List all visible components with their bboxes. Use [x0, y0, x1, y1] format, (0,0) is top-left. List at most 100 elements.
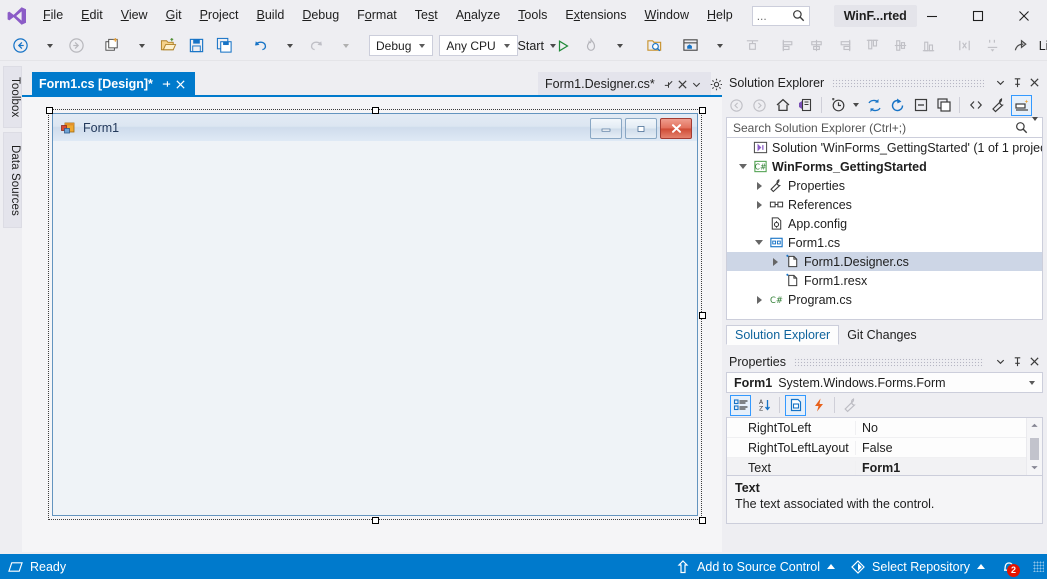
window-layout-button[interactable] [678, 35, 704, 57]
redo-button[interactable] [303, 35, 329, 57]
start-debug-button[interactable]: Start [522, 35, 548, 57]
form-client-area[interactable] [53, 141, 697, 515]
solution-explorer-dropdown-button[interactable] [992, 74, 1009, 91]
undo-dropdown[interactable] [275, 35, 301, 57]
resize-handle-top-left[interactable] [46, 107, 53, 114]
se-refresh-button[interactable] [887, 95, 908, 116]
close-icon[interactable] [174, 79, 188, 90]
redo-dropdown[interactable] [331, 35, 357, 57]
dock-tab-git-changes[interactable]: Git Changes [839, 325, 924, 345]
tab-form1-design[interactable]: Form1.cs [Design]* [32, 72, 195, 96]
make-same-size-button[interactable] [952, 35, 978, 57]
expander-open[interactable] [735, 164, 751, 169]
menu-debug[interactable]: Debug [293, 0, 348, 31]
align-middles-button[interactable] [888, 35, 914, 57]
solution-explorer-pin-button[interactable] [1009, 74, 1026, 91]
se-preview-button[interactable] [1011, 95, 1032, 116]
properties-close-button[interactable] [1026, 353, 1043, 370]
align-centers-button[interactable] [804, 35, 830, 57]
se-sync-button[interactable] [864, 95, 885, 116]
notifications-button[interactable]: 2 [993, 554, 1033, 579]
tree-item-app-config[interactable]: App.config [727, 214, 1042, 233]
form-maximize-button[interactable] [625, 118, 657, 139]
se-forward-button[interactable] [749, 95, 770, 116]
tree-item-properties[interactable]: Properties [727, 176, 1042, 195]
pin-icon[interactable] [160, 79, 174, 90]
solution-explorer-search-button[interactable] [642, 35, 668, 57]
menu-file[interactable]: FFileile [34, 0, 72, 31]
property-row-selected[interactable]: Text Form1 [727, 458, 1042, 476]
navigate-back-button[interactable] [7, 35, 33, 57]
navigate-forward-button[interactable] [63, 35, 89, 57]
menu-project[interactable]: Project [191, 0, 248, 31]
properties-page-button[interactable] [785, 395, 806, 416]
align-bottoms-button[interactable] [916, 35, 942, 57]
se-home-button[interactable] [772, 95, 793, 116]
dock-tab-solution-explorer[interactable]: Solution Explorer [726, 325, 839, 345]
properties-dropdown-button[interactable] [992, 353, 1009, 370]
expander-closed[interactable] [751, 201, 767, 209]
quick-launch-search[interactable]: ... [752, 6, 810, 26]
tree-item-form1-cs[interactable]: Form1.cs [727, 233, 1042, 252]
properties-pin-button[interactable] [1009, 353, 1026, 370]
align-lefts-button[interactable] [776, 35, 802, 57]
sidebar-item-toolbox[interactable]: Toolbox [3, 66, 22, 128]
properties-events-button[interactable] [808, 395, 829, 416]
tree-item-form1-designer-cs[interactable]: Form1.Designer.cs [727, 252, 1042, 271]
solution-explorer-close-button[interactable] [1026, 74, 1043, 91]
se-collapse-all-button[interactable] [910, 95, 931, 116]
menu-extensions[interactable]: Extensions [556, 0, 635, 31]
start-without-debugging-button[interactable] [550, 35, 576, 57]
scroll-down-button[interactable] [1027, 460, 1042, 475]
resize-handle-top-right[interactable] [699, 107, 706, 114]
menu-tools[interactable]: Tools [509, 0, 556, 31]
form-close-button[interactable] [660, 118, 692, 139]
menu-view[interactable]: View [112, 0, 157, 31]
property-value[interactable]: False [855, 441, 1042, 455]
menu-help[interactable]: Help [698, 0, 742, 31]
se-history-dropdown[interactable] [850, 95, 862, 116]
resize-handle-top-center[interactable] [372, 107, 379, 114]
menu-edit[interactable]: Edit [72, 0, 112, 31]
properties-grid[interactable]: RightToLeft No RightToLeftLayout False T… [726, 417, 1043, 476]
hot-reload-dropdown[interactable] [606, 35, 632, 57]
menu-build[interactable]: Build [248, 0, 294, 31]
properties-alphabetical-button[interactable]: A Z [753, 395, 774, 416]
close-icon[interactable] [676, 79, 690, 90]
new-project-dropdown[interactable] [127, 35, 153, 57]
new-project-button[interactable] [99, 35, 125, 57]
save-all-button[interactable] [211, 35, 237, 57]
minimize-button[interactable] [909, 0, 955, 31]
resize-handle-bottom-right[interactable] [699, 517, 706, 524]
tree-item-references[interactable]: References [727, 195, 1042, 214]
search-options-dropdown[interactable] [1032, 121, 1038, 135]
resize-grip[interactable] [1033, 561, 1044, 572]
properties-categorized-button[interactable] [730, 395, 751, 416]
se-view-code-button[interactable] [965, 95, 986, 116]
spacing-button[interactable] [980, 35, 1006, 57]
expander-closed[interactable] [751, 182, 767, 190]
solution-configuration-combo[interactable]: Debug [369, 35, 433, 56]
designer-form-window[interactable]: Form1 [52, 113, 698, 516]
menu-window[interactable]: Window [636, 0, 698, 31]
scroll-up-button[interactable] [1027, 418, 1042, 433]
property-row[interactable]: RightToLeftLayout False [727, 438, 1042, 458]
window-layout-dropdown[interactable] [706, 35, 732, 57]
expander-closed[interactable] [767, 258, 783, 266]
scrollbar-thumb[interactable] [1030, 438, 1039, 460]
tree-item-solution[interactable]: Solution 'WinForms_GettingStarted' (1 of… [727, 138, 1042, 157]
pane-drag-dots[interactable] [794, 357, 984, 367]
align-to-grid-button[interactable] [740, 35, 766, 57]
properties-property-pages-button[interactable] [840, 395, 861, 416]
se-pending-changes-button[interactable] [795, 95, 816, 116]
property-row[interactable]: RightToLeft No [727, 418, 1042, 438]
tab-form1-designer-cs[interactable]: Form1.Designer.cs* [538, 72, 711, 96]
menu-git[interactable]: Git [157, 0, 191, 31]
pin-icon[interactable] [662, 79, 676, 90]
close-button[interactable] [1001, 0, 1047, 31]
open-file-button[interactable] [155, 35, 181, 57]
maximize-button[interactable] [955, 0, 1001, 31]
form-designer-surface[interactable]: Form1 [22, 97, 722, 552]
select-repository-button[interactable]: Select Repository [843, 554, 993, 579]
solution-tree[interactable]: Solution 'WinForms_GettingStarted' (1 of… [726, 138, 1043, 320]
